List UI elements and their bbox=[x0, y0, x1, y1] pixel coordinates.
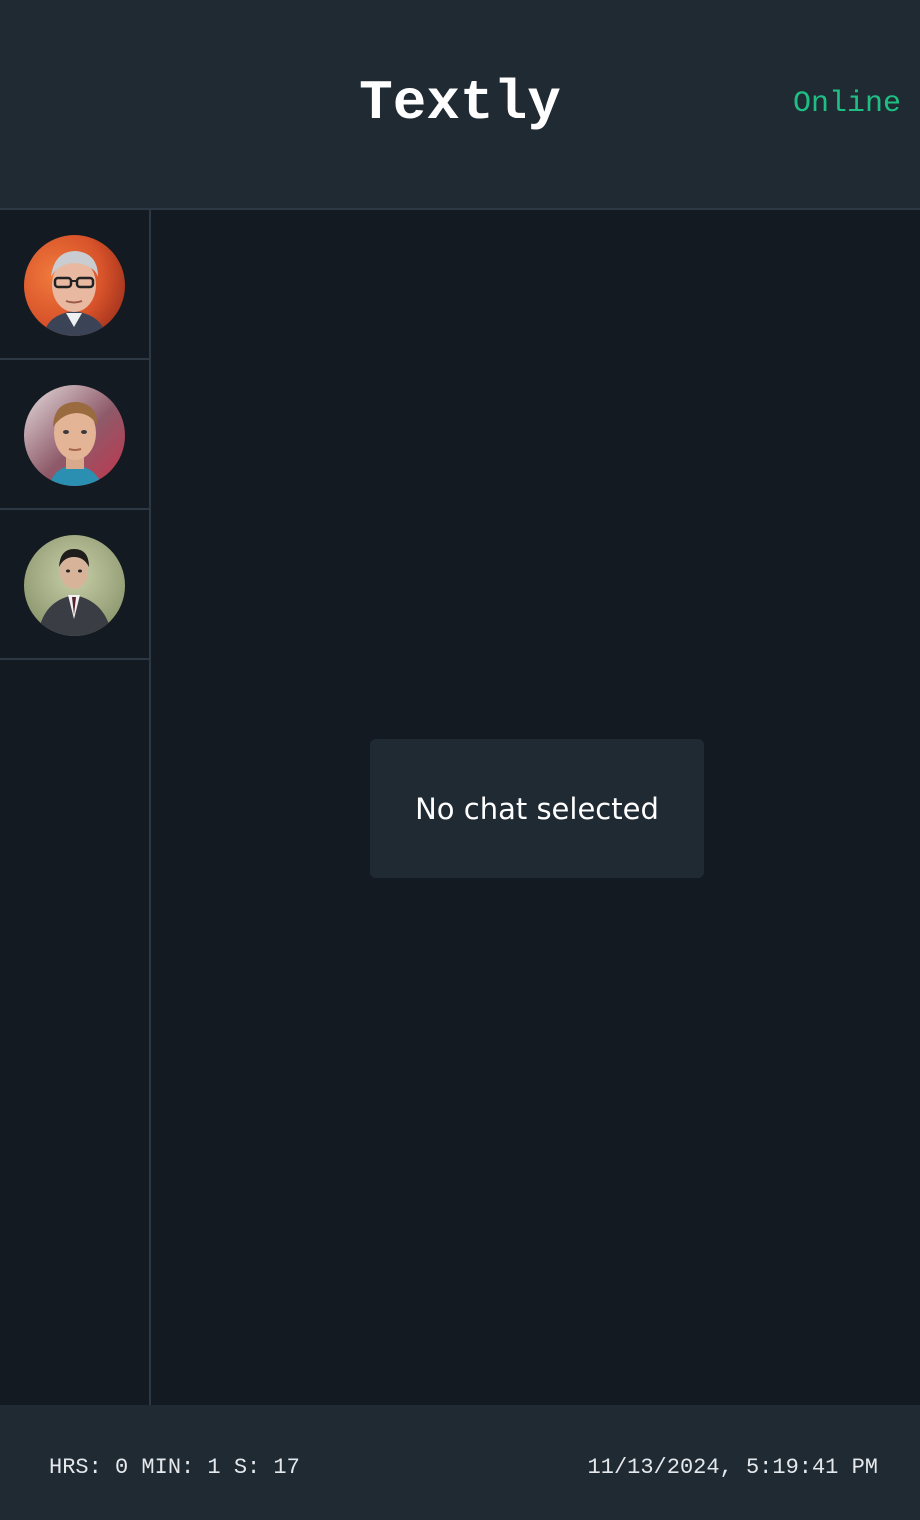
footer: HRS: 0 MIN: 1 S: 17 11/13/2024, 5:19:41 … bbox=[0, 1405, 920, 1520]
avatar[interactable] bbox=[24, 385, 125, 486]
app-window: Textly Online No chat selected HRS: 0 MI… bbox=[0, 0, 920, 1520]
empty-state-message: No chat selected bbox=[415, 791, 659, 826]
contact-item[interactable] bbox=[0, 210, 149, 360]
chat-panel: No chat selected bbox=[151, 212, 920, 1405]
connection-status: Online bbox=[792, 87, 901, 121]
app-title: Textly bbox=[359, 71, 561, 135]
portrait-avatar-dark-haired-man-suit bbox=[24, 535, 125, 636]
portrait-avatar-blond-man bbox=[24, 385, 125, 486]
portrait-avatar-gray-haired-man-glasses bbox=[24, 235, 125, 336]
contact-item[interactable] bbox=[0, 360, 149, 510]
empty-state-card: No chat selected bbox=[370, 739, 704, 878]
session-timer: HRS: 0 MIN: 1 S: 17 bbox=[49, 1455, 300, 1480]
contact-sidebar bbox=[0, 210, 151, 1405]
current-datetime: 11/13/2024, 5:19:41 PM bbox=[587, 1455, 878, 1480]
header: Textly Online bbox=[0, 0, 920, 210]
avatar[interactable] bbox=[24, 535, 125, 636]
avatar[interactable] bbox=[24, 235, 125, 336]
contact-item[interactable] bbox=[0, 510, 149, 660]
